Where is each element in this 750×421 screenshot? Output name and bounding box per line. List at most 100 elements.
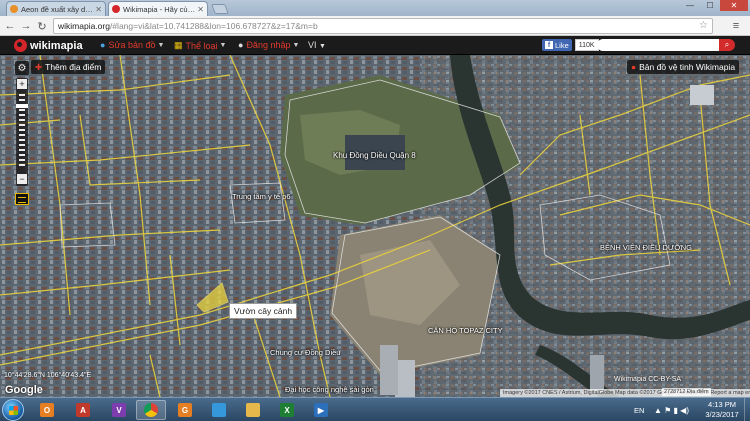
facebook-like-button[interactable]: f Like — [542, 39, 572, 51]
globe-icon: ● — [100, 40, 106, 50]
chrome-menu-icon[interactable]: ≡ — [728, 19, 744, 33]
browser-toolbar: ← → ↻ wikimapia.org/#lang=vi&lat=10.7412… — [0, 16, 750, 36]
taskbar-app-picture[interactable] — [204, 400, 234, 420]
category-icon: ▦ — [174, 40, 183, 50]
satellite-toggle-label: Bản đồ vệ tinh Wikimapia — [639, 62, 736, 72]
place-label[interactable]: Chung cư Đồng Diều — [270, 348, 340, 357]
like-label: Like — [555, 40, 569, 50]
zoom-out-button[interactable]: − — [17, 174, 27, 184]
tab-aeon[interactable]: Aeon đề xuất xây dựng tổ ✕ — [6, 1, 106, 16]
start-button[interactable] — [2, 399, 24, 421]
system-clock[interactable]: 4:13 PM 3/23/2017 — [702, 400, 742, 420]
taskbar-app-outlook[interactable]: O — [32, 400, 62, 420]
add-place-button[interactable]: ✚ Thêm địa điểm — [31, 60, 106, 74]
taskbar-app-chrome[interactable] — [136, 400, 166, 420]
place-count: 2728712 Địa điểm — [662, 388, 711, 396]
facebook-icon: f — [545, 41, 553, 49]
taskbar-app-foxit[interactable]: G — [170, 400, 200, 420]
wikimapia-logo-icon — [14, 39, 27, 52]
taskbar-app-media[interactable]: ▶ — [306, 400, 336, 420]
wikimapia-favicon-icon — [112, 5, 120, 13]
taskbar-app-explorer[interactable] — [238, 400, 268, 420]
menu-categories[interactable]: ▦ Thể loại ▼ — [174, 40, 226, 51]
wikimapia-logo[interactable]: wikimapia — [14, 39, 83, 52]
reload-icon[interactable]: ↻ — [35, 19, 49, 33]
tray-icons[interactable]: ▲ ⚑ ▮ ◀) — [654, 398, 689, 421]
input-language[interactable]: EN — [634, 398, 644, 421]
close-window-button[interactable]: ✕ — [720, 0, 748, 11]
tab-label: Aeon đề xuất xây dựng tổ — [21, 4, 93, 14]
outlook-icon: O — [40, 403, 54, 417]
satellite-icon: ● — [631, 62, 637, 72]
minimize-button[interactable]: — — [680, 0, 700, 11]
browser-tabstrip: Aeon đề xuất xây dựng tổ ✕ Wikimapia - H… — [0, 0, 750, 16]
url-host: wikimapia.org — [58, 21, 110, 31]
satellite-toggle-button[interactable]: ● Bản đồ vệ tinh Wikimapia — [627, 60, 740, 74]
url-path: /#lang=vi&lat=10.741288&lon=106.678727&z… — [109, 21, 318, 31]
close-icon[interactable]: ✕ — [93, 5, 102, 14]
place-label[interactable]: Đại học công nghệ sài gòn — [285, 385, 374, 394]
menu-login[interactable]: ● Đăng nhập ▼ — [238, 40, 299, 50]
clock-date: 3/23/2017 — [705, 410, 739, 419]
taskbar-app-viber[interactable]: V — [104, 400, 134, 420]
language-label: VI — [308, 40, 317, 50]
windows-taskbar: O A V G X ▶ EN ▲ ⚑ ▮ ◀) 4:13 PM 3/23/2017 — [0, 397, 750, 421]
map-canvas[interactable]: ⚙ ✚ Thêm địa điểm ● Bản đồ vệ tinh Wikim… — [0, 55, 750, 397]
chevron-down-icon: ▼ — [219, 42, 227, 49]
satellite-imagery — [0, 55, 750, 397]
taskbar-app-excel[interactable]: X — [272, 400, 302, 420]
tab-wikimapia[interactable]: Wikimapia - Hãy cùng nh ✕ — [108, 1, 208, 16]
bookmark-star-icon[interactable]: ☆ — [699, 20, 708, 31]
zoom-in-button[interactable]: + — [17, 79, 27, 89]
zoom-slider-thumb[interactable] — [16, 104, 28, 108]
place-label[interactable]: CĂN HỘ TOPAZ CITY — [428, 326, 503, 335]
clock-time: 4:13 PM — [708, 400, 736, 409]
media-icon: ▶ — [314, 403, 328, 417]
search-button[interactable]: ⌕ — [719, 39, 735, 51]
place-label[interactable]: Khu Đồng Diều Quận 8 — [333, 151, 416, 160]
place-label[interactable]: BỆNH VIỆN ĐIỀU DƯỠNG — [600, 243, 692, 252]
chevron-down-icon: ▼ — [157, 41, 165, 49]
layers-icon[interactable] — [15, 193, 29, 205]
address-bar[interactable]: wikimapia.org/#lang=vi&lat=10.741288&lon… — [53, 18, 713, 34]
settings-gear-icon[interactable]: ⚙ — [15, 61, 29, 75]
explorer-icon — [246, 403, 260, 417]
wikimapia-header: wikimapia ● Sửa bản đồ ▼ ▦ Thể loại ▼ ● … — [0, 36, 750, 55]
taskbar-app-acrobat[interactable]: A — [68, 400, 98, 420]
chevron-down-icon: ▼ — [292, 41, 300, 49]
zoom-control[interactable]: + − — [16, 78, 28, 186]
facebook-like-widget[interactable]: f Like 110K — [542, 39, 599, 51]
back-arrow-icon[interactable]: ← — [3, 19, 17, 33]
coordinates-readout: 10°44'28.6"N 106°40'43.4"E — [4, 372, 92, 379]
maximize-button[interactable]: ☐ — [700, 0, 720, 11]
close-icon[interactable]: ✕ — [195, 5, 204, 14]
logo-text: wikimapia — [30, 39, 83, 52]
place-label[interactable]: Trung tâm y tế p6 — [232, 192, 291, 201]
menu-edit-map[interactable]: ● Sửa bản đồ ▼ — [100, 40, 164, 50]
add-place-label: Thêm địa điểm — [45, 62, 102, 72]
add-place-icon: ✚ — [35, 61, 43, 72]
show-desktop-button[interactable] — [744, 398, 750, 421]
menu-label: Thể loại — [185, 40, 218, 51]
viber-icon: V — [112, 403, 126, 417]
tab-label: Wikimapia - Hãy cùng nh — [123, 4, 196, 14]
menu-label: Đăng nhập — [246, 40, 291, 50]
user-icon: ● — [238, 40, 244, 50]
license-text[interactable]: Wikimapia CC-BY-SA — [614, 376, 681, 383]
menu-label: Sửa bản đồ — [108, 40, 156, 50]
google-logo: Google — [5, 384, 43, 396]
search-icon: ⌕ — [724, 40, 730, 49]
excel-icon: X — [280, 403, 294, 417]
place-tooltip: Vườn cây cảnh — [229, 303, 298, 319]
foxit-icon: G — [178, 403, 192, 417]
chrome-icon — [144, 403, 158, 417]
acrobat-icon: A — [76, 403, 90, 417]
picture-icon — [212, 403, 226, 417]
search-input[interactable] — [597, 39, 719, 51]
language-select[interactable]: VI ▼ — [308, 40, 326, 50]
forward-arrow-icon[interactable]: → — [19, 19, 33, 33]
like-count: 110K — [574, 39, 599, 51]
map-attribution[interactable]: Imagery ©2017 CNES / Astrium, DigitalGlo… — [500, 389, 750, 397]
aeon-favicon-icon — [10, 5, 18, 13]
new-tab-button[interactable] — [211, 4, 229, 14]
